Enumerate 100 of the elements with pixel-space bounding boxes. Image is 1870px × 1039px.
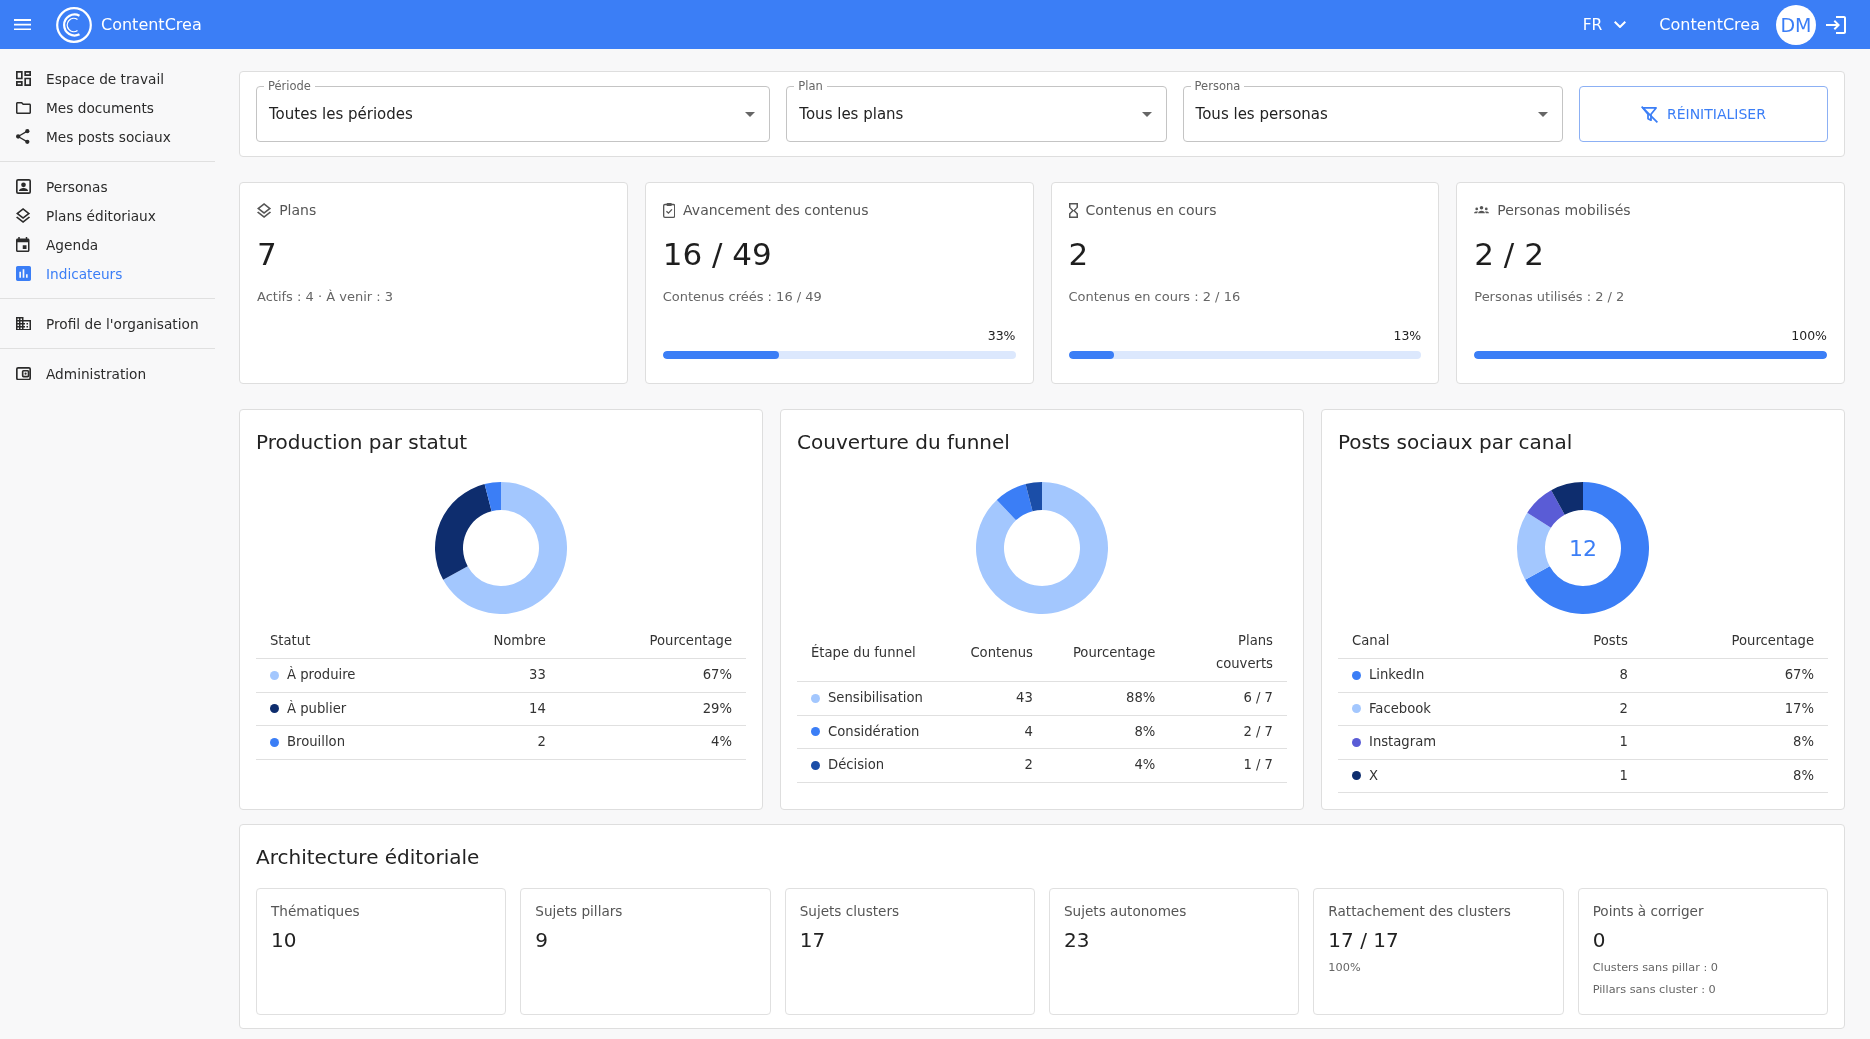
table-cell: 14 bbox=[422, 692, 560, 726]
row-label: LinkedIn bbox=[1369, 666, 1425, 684]
chevron-down-icon bbox=[1614, 20, 1627, 29]
section-title: Architecture éditoriale bbox=[256, 845, 480, 869]
nav-item[interactable]: Profil de l'organisation bbox=[0, 309, 215, 338]
people-icon bbox=[1474, 206, 1490, 214]
metric-note: Pillars sans cluster : 0 bbox=[1592, 983, 1716, 996]
kpi-value: 2 bbox=[1068, 236, 1089, 272]
row-label: Instagram bbox=[1369, 733, 1437, 751]
menu-icon[interactable] bbox=[14, 18, 31, 31]
progress-percent: 13% bbox=[1393, 328, 1422, 343]
building-icon bbox=[15, 316, 31, 331]
nav-item[interactable]: Mes posts sociaux bbox=[0, 122, 215, 151]
contact-card-icon bbox=[15, 179, 31, 194]
folder-icon bbox=[15, 101, 31, 114]
wallet-icon bbox=[15, 366, 31, 381]
table-cell: 29% bbox=[559, 692, 746, 726]
row-label: Facebook bbox=[1369, 699, 1431, 718]
metric-value: 23 bbox=[1064, 928, 1090, 952]
metric-label: Thématiques bbox=[271, 903, 360, 919]
card-title: Posts sociaux par canal bbox=[1338, 430, 1573, 454]
kpi-value: 16 / 49 bbox=[662, 236, 772, 272]
metric-value: 17 / 17 bbox=[1328, 928, 1399, 952]
table-cell: 2 bbox=[422, 725, 560, 759]
clipboard-check-icon bbox=[662, 202, 676, 218]
row-label: Considération bbox=[828, 722, 920, 741]
column-header: Étape du funnel bbox=[797, 623, 949, 682]
nav-item[interactable]: Espace de travail bbox=[0, 64, 215, 93]
nav-item[interactable]: Plans éditoriaux bbox=[0, 201, 215, 230]
table-cell: 1 / 7 bbox=[1169, 748, 1287, 782]
share-icon bbox=[16, 129, 30, 144]
table-cell: 4% bbox=[1046, 748, 1170, 782]
nav-item[interactable]: Indicateurs bbox=[0, 259, 215, 288]
table-cell: 2 / 7 bbox=[1169, 715, 1287, 749]
nav-item[interactable]: Administration bbox=[0, 359, 215, 388]
field-label: Période bbox=[264, 79, 315, 93]
nav-item[interactable]: Agenda bbox=[0, 230, 215, 259]
kpi-detail: Personas utilisés : 2 / 2 bbox=[1474, 289, 1625, 304]
column-header: Canal bbox=[1338, 623, 1505, 659]
kpi-value: 2 / 2 bbox=[1474, 236, 1544, 272]
card-title: Avancement des contenus bbox=[683, 202, 869, 218]
table-cell: 43 bbox=[948, 681, 1047, 715]
avatar[interactable]: DM bbox=[1776, 4, 1816, 45]
column-header: Pourcentage bbox=[559, 623, 746, 659]
metric-label: Sujets autonomes bbox=[1064, 903, 1187, 919]
table-cell: 8% bbox=[1641, 759, 1828, 793]
metric-note: 100% bbox=[1328, 961, 1361, 974]
table-cell: 1 bbox=[1504, 725, 1642, 759]
caret-down-icon bbox=[745, 111, 756, 117]
column-header: Posts bbox=[1504, 623, 1642, 659]
table-cell: 8 bbox=[1504, 658, 1642, 692]
metric-value: 17 bbox=[799, 928, 826, 952]
caret-down-icon bbox=[1141, 111, 1152, 117]
metric-value: 10 bbox=[271, 928, 297, 952]
dashboard-icon bbox=[15, 71, 31, 86]
table-cell: 33 bbox=[422, 658, 560, 692]
progress-percent: 33% bbox=[987, 328, 1016, 343]
nav-item[interactable]: Personas bbox=[0, 172, 215, 201]
table-cell: 67% bbox=[559, 658, 746, 692]
column-header: Pourcentage bbox=[1046, 623, 1170, 682]
table-cell: 8% bbox=[1641, 725, 1828, 759]
nav-item[interactable]: Mes documents bbox=[0, 93, 215, 122]
row-label: Décision bbox=[828, 756, 885, 774]
kpi-detail: Contenus en cours : 2 / 16 bbox=[1068, 289, 1241, 304]
metric-label: Rattachement des clusters bbox=[1328, 903, 1511, 919]
progress-percent: 100% bbox=[1791, 328, 1827, 343]
card-title: Contenus en cours bbox=[1085, 202, 1217, 218]
layers-icon bbox=[15, 208, 31, 223]
field-label: Persona bbox=[1190, 79, 1245, 93]
app-title: ContentCrea bbox=[101, 15, 202, 34]
hourglass-icon bbox=[1068, 202, 1078, 218]
field-label: Plan bbox=[794, 79, 827, 93]
row-label: À publier bbox=[287, 699, 347, 718]
logout-icon[interactable] bbox=[1826, 15, 1846, 34]
table-cell: 8% bbox=[1046, 715, 1170, 749]
table-cell: 88% bbox=[1046, 681, 1170, 715]
kpi-detail: Actifs : 4 · À venir : 3 bbox=[257, 289, 393, 304]
card-title: Production par statut bbox=[256, 430, 468, 454]
filter-off-icon bbox=[1640, 105, 1658, 123]
metric-label: Sujets pillars bbox=[535, 903, 623, 919]
logo-icon bbox=[56, 6, 92, 43]
column-header: Pourcentage bbox=[1641, 623, 1828, 659]
table-cell: 4 bbox=[948, 715, 1047, 749]
table-cell: 4% bbox=[559, 725, 746, 759]
caret-down-icon bbox=[1537, 111, 1548, 117]
reset-button[interactable]: RÉINITIALISER bbox=[1578, 86, 1828, 142]
language-select[interactable]: FR bbox=[1582, 15, 1627, 34]
layers-icon bbox=[257, 202, 272, 218]
column-header: Nombre bbox=[422, 623, 560, 659]
metric-value: 0 bbox=[1592, 928, 1606, 952]
column-header: Statut bbox=[256, 623, 423, 659]
column-header: Plans couverts bbox=[1169, 623, 1287, 682]
row-label: Sensibilisation bbox=[828, 689, 923, 707]
table-cell: 17% bbox=[1641, 692, 1828, 726]
column-header: Contenus bbox=[948, 623, 1047, 682]
metric-label: Sujets clusters bbox=[799, 903, 900, 919]
metric-value: 9 bbox=[535, 928, 549, 952]
table-cell: 2 bbox=[1504, 692, 1642, 726]
bar-chart-icon bbox=[15, 266, 31, 281]
calendar-icon bbox=[16, 237, 30, 252]
